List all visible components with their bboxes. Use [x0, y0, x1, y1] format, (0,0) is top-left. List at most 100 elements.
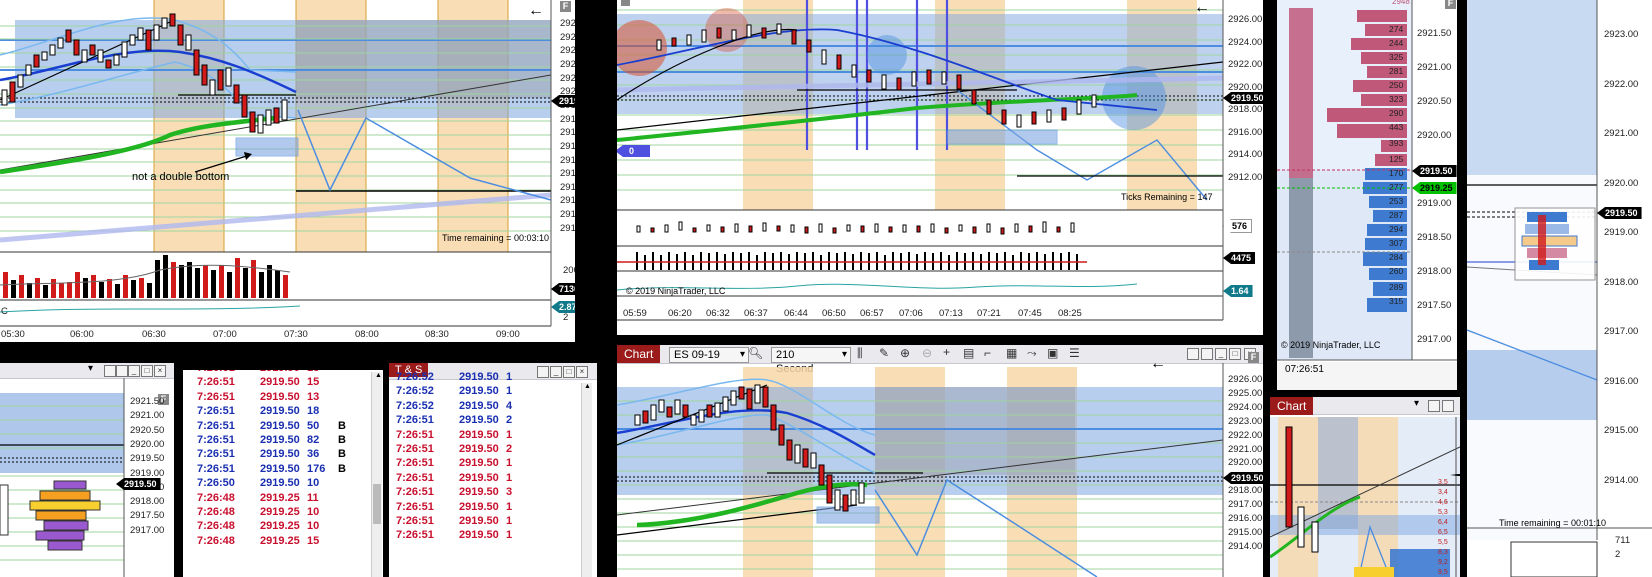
tape-size: 1 — [506, 471, 513, 484]
chart2-menu-icon[interactable] — [621, 0, 630, 6]
chart4-value: 6,5 — [1438, 529, 1448, 536]
tape-size: 176 — [307, 462, 326, 475]
tape-time: 7:26:50 — [197, 477, 235, 490]
chart1-f-button[interactable]: F — [560, 1, 571, 12]
chart1-vol-tick: 20000 — [563, 265, 575, 276]
tape-price: 2919.25 — [260, 520, 300, 533]
y-tick-label: 2918.00 — [1228, 104, 1263, 115]
chart-panel-top-left[interactable]: F ← not a double bottom Time remaining =… — [0, 0, 575, 342]
chart3-f-button[interactable]: F — [1248, 352, 1259, 363]
tape-row: 7:26:51 2919.50 1 — [389, 529, 579, 543]
back-arrow-icon[interactable]: ← — [528, 2, 544, 20]
y-tick-label: 2920.50 — [1417, 96, 1452, 107]
y-tick-label: 2915.00 — [560, 154, 575, 166]
y-tick-label: 2920.50 — [130, 424, 165, 436]
price-ladder-panel[interactable]: ▾ _ □ × F 2921.50 2921.00 2920.50 2920.00 29… — [0, 363, 174, 577]
ladder-price-label: 2919.50 — [116, 478, 161, 490]
chart3-canvas[interactable] — [617, 345, 1263, 577]
y-tick-label: 2914.00 — [1228, 149, 1263, 160]
x-tick-label: 06:57 — [860, 308, 884, 319]
tape-time: 7:26:51 — [197, 376, 235, 389]
x-tick-label: 06:32 — [706, 308, 730, 319]
tape-left-scrollbar[interactable]: ▲ — [371, 372, 382, 577]
chart-panel-small[interactable]: Chart ▾ 3,5 3,4 4,6 5,3 6,4 6,5 5,5 8,3 9,2 9,5 — [1270, 397, 1460, 577]
tape-row: 7:26:48 2919.25 15 — [183, 535, 373, 549]
tape-row: 7:26:51 2919.50 13 — [183, 391, 373, 405]
tape-price: 2919.50 — [260, 419, 300, 432]
chart-panel-top-center[interactable]: ← 0 Ticks Remaining = 147 © 2019 NinjaTr… — [617, 0, 1263, 335]
profile-price-label: 2919.50 — [1412, 165, 1457, 177]
tape-size: 11 — [307, 491, 319, 504]
tape-time: 7:26:51 — [197, 434, 235, 446]
y-tick-label: 2922.00 — [1228, 429, 1263, 441]
profile-green-label: 2919.25 — [1412, 182, 1457, 194]
tape-time: 7:26:52 — [396, 385, 434, 398]
tape-price: 2919.50 — [459, 457, 499, 470]
far-right-time-remaining: Time remaining = 00:01:10 — [1499, 518, 1606, 528]
tape-time: 7:26:51 — [197, 419, 235, 432]
tape-row: 7:26:48 2919.25 10 — [183, 506, 373, 520]
tape-price: 2919.50 — [459, 443, 499, 455]
y-tick-label: 2920.00 — [130, 438, 165, 450]
y-tick-label: 2916.00 — [1604, 375, 1639, 387]
tape-row: 7:26:51 2919.50 15 — [183, 376, 373, 390]
y-tick-label: 2919.00 — [1604, 227, 1639, 238]
tape-row: 7:26:48 2919.25 11 — [183, 492, 373, 506]
tape-time: 7:26:52 — [396, 371, 434, 383]
y-tick-label: 2922.00 — [1604, 78, 1639, 90]
y-tick-label: 2915.00 — [1228, 526, 1263, 538]
chart1-annotation: not a double bottom — [132, 171, 230, 183]
tape-right-scrollbar[interactable]: ▲ — [581, 383, 592, 577]
chart2-ticks-remaining: Ticks Remaining = 147 — [1121, 192, 1213, 202]
x-tick-label: 07:13 — [939, 308, 963, 319]
tape-price: 2919.50 — [459, 371, 499, 383]
chart2-canvas[interactable] — [617, 0, 1263, 335]
tape-row: 7:26:51 2919.50 18 — [183, 405, 373, 419]
time-and-sales-left[interactable]: 7:26:51 2919.50 13 7:26:51 2919.50 15 7:26:51 2… — [183, 370, 383, 577]
tape-size: 1 — [506, 428, 513, 441]
y-tick-label: 2925.00 — [560, 18, 575, 29]
profile-value: 244 — [1389, 38, 1404, 48]
tape-time: 7:26:51 — [396, 529, 434, 542]
tape-size: 13 — [307, 390, 320, 403]
tape-price: 2919.50 — [459, 414, 499, 427]
tape-price: 2919.25 — [260, 506, 300, 518]
y-tick-label: 2914.00 — [1604, 474, 1639, 486]
y-tick-label: 2921.00 — [1604, 128, 1639, 139]
tape-size: 1 — [506, 371, 513, 383]
tape-price: 2919.25 — [260, 534, 300, 547]
tape-size: 15 — [307, 376, 320, 389]
x-tick-label: 06:20 — [668, 308, 692, 319]
profile-canvas[interactable] — [1277, 0, 1457, 390]
chart4-value: 3,5 — [1438, 479, 1448, 486]
y-tick-label: 2921.00 — [560, 72, 575, 84]
tape-size: 1 — [506, 529, 513, 542]
chart1-canvas[interactable] — [0, 0, 575, 342]
tape-price: 2919.50 — [459, 385, 499, 398]
y-tick-label: 2917.00 — [560, 127, 575, 139]
x-tick-label: 06:30 — [142, 329, 166, 340]
chart2-zero-marker: 0 — [617, 145, 651, 157]
tape-row: 7:26:51 2919.50 82 B — [183, 434, 373, 448]
chart-panel-far-right[interactable]: 2923.00 2922.00 2921.00 2920.00 2919.00 2918.… — [1467, 0, 1652, 577]
profile-value: 315 — [1389, 296, 1404, 306]
back-arrow-icon[interactable]: ← — [1194, 0, 1210, 17]
y-tick-label: 2924.00 — [560, 31, 575, 43]
tape-time: 7:26:51 — [396, 443, 434, 455]
chart4-canvas[interactable] — [1270, 397, 1460, 577]
time-and-sales-right[interactable]: T & S _ □ × 7:26:52 2919.50 1 7:26:52 2919.5… — [389, 363, 597, 577]
back-arrow-icon[interactable]: ← — [1150, 355, 1166, 373]
tape-price: 2919.50 — [459, 500, 499, 513]
y-tick-label: 2912.00 — [1228, 171, 1263, 183]
y-tick-label: 2916.00 — [1228, 126, 1263, 138]
y-tick-label: 2925.00 — [1228, 387, 1263, 399]
volume-profile-panel[interactable]: F 274 244 325 281 250 323 290 443 393 125 170 277 25… — [1277, 0, 1457, 390]
tape-flag: B — [338, 434, 346, 446]
y-tick-label: 2923.00 — [1604, 29, 1639, 40]
profile-f-button[interactable]: F — [1445, 0, 1456, 9]
tape-time: 7:26:48 — [197, 534, 235, 547]
profile-top-value: 2948 — [1392, 0, 1410, 6]
chart-panel-bottom-center[interactable]: Chart ES 09-19 🔍︎ 210 Second ⫼ ✎ ⊕ ⊖ + ▤… — [617, 345, 1263, 577]
y-tick-label: 2922.00 — [560, 58, 575, 70]
tape-row: 7:26:51 2919.50 1 — [389, 472, 579, 486]
